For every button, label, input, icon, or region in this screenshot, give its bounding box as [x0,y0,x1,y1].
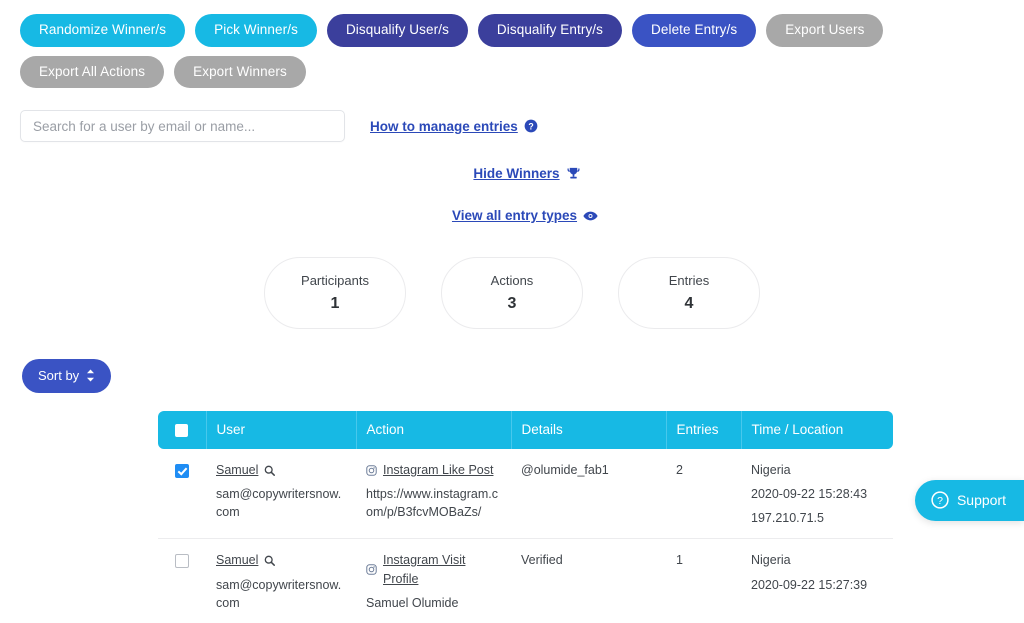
view-all-entry-types-link[interactable]: View all entry types [452,208,598,223]
support-chat-button[interactable]: ? Support [914,480,1024,521]
time-location-country: Nigeria [751,463,791,477]
action-detail-url: https://www.instagram.com/p/B3fcvMOBaZs/ [366,487,498,520]
svg-text:?: ? [528,122,533,132]
stat-card-participants: Participants 1 [264,257,406,329]
action-detail-name: Samuel Olumide [366,595,459,610]
view-all-entry-types-label: View all entry types [451,208,578,223]
svg-text:?: ? [937,495,943,507]
table-header-row: User Action Details Entries Time / Locat… [158,411,893,449]
magnifier-icon[interactable] [264,555,276,566]
row-checkbox[interactable] [175,554,189,569]
stat-value-entries: 4 [684,295,694,312]
row-time-location-cell: Nigeria 2020-09-22 15:27:39 [741,539,893,623]
time-location-timestamp: 2020-09-22 15:27:39 [751,577,868,592]
export-users-button[interactable]: Export Users [766,14,884,47]
column-header-time-location[interactable]: Time / Location [741,411,893,449]
hide-winners-label: Hide Winners [473,166,560,181]
row-action-cell: Instagram Like Post https://www.instagra… [356,449,511,540]
question-circle-icon: ? [931,491,949,509]
row-entries-cell: 2 [666,449,741,540]
sort-by-button[interactable]: Sort by [22,359,112,393]
action-name-link[interactable]: Instagram Visit Profile [383,551,501,587]
row-select-cell [158,539,206,623]
action-button-bar: Randomize Winner/s Pick Winner/s Disqual… [0,0,960,88]
search-row: How to manage entries ? [20,110,1024,142]
sort-row: Sort by [22,359,1024,393]
how-to-manage-entries-link[interactable]: How to manage entries ? [370,119,538,134]
sort-by-label: Sort by [38,368,80,383]
row-user-cell: Samuel sam@copywritersnow.com [206,449,356,540]
support-label: Support [956,492,1006,508]
search-input[interactable] [20,110,345,142]
view-entry-types-row: View all entry types [0,208,1024,223]
stats-row: Participants 1 Actions 3 Entries 4 [0,257,1024,329]
stat-label-entries: Entries [668,273,710,288]
table-row: Samuel sam@copywritersnow.com Instagram … [158,449,893,540]
stat-label-participants: Participants [301,273,369,288]
time-location-country: Nigeria [751,553,791,568]
up-down-arrows-icon [86,369,95,382]
row-details-cell: Verified [521,553,563,568]
eye-icon [583,210,598,222]
column-header-user[interactable]: User [206,411,357,449]
table-row: Samuel sam@copywritersnow.com Instagram … [158,539,893,623]
trophy-icon [566,166,581,181]
stat-value-participants: 1 [330,295,340,312]
time-location-ip: 197.210.71.5 [751,511,824,526]
pick-winners-button[interactable]: Pick Winner/s [195,14,317,47]
hide-winners-row: Hide Winners [0,166,1024,181]
row-time-location-cell: Nigeria 2020-09-22 15:28:43 197.210.71.5 [741,449,893,540]
delete-entries-button[interactable]: Delete Entry/s [632,14,757,47]
how-to-manage-entries-label: How to manage entries [370,118,518,134]
column-header-action[interactable]: Action [356,411,512,449]
randomize-winners-button[interactable]: Randomize Winner/s [20,14,186,47]
disqualify-users-button[interactable]: Disqualify User/s [326,14,468,47]
export-all-actions-button[interactable]: Export All Actions [20,55,165,88]
instagram-icon [366,564,377,575]
stat-label-actions: Actions [490,273,534,288]
user-name-link[interactable]: Samuel [216,551,258,569]
user-email: sam@copywritersnow.com [216,487,342,520]
entries-table: User Action Details Entries Time / Locat… [158,411,893,623]
user-email: sam@copywritersnow.com [216,577,342,610]
stat-value-actions: 3 [507,295,517,312]
row-details-cell: @olumide_fab1 [511,449,666,540]
question-circle-icon: ? [524,119,538,133]
row-select-cell [158,449,206,540]
select-all-checkbox[interactable] [175,423,189,437]
export-winners-button[interactable]: Export Winners [174,55,306,88]
row-entries-cell: 1 [676,553,683,568]
stat-card-actions: Actions 3 [441,257,583,329]
instagram-icon [366,464,377,476]
column-header-details[interactable]: Details [511,411,667,449]
time-location-timestamp: 2020-09-22 15:28:43 [751,487,868,502]
disqualify-entries-button[interactable]: Disqualify Entry/s [477,14,623,47]
action-name-link[interactable]: Instagram Like Post [383,461,493,479]
entries-table-container: User Action Details Entries Time / Locat… [158,411,893,623]
select-all-header-cell [158,411,207,449]
row-checkbox[interactable] [175,463,189,478]
column-header-entries[interactable]: Entries [666,411,742,449]
user-name-link[interactable]: Samuel [216,461,258,479]
magnifier-icon[interactable] [264,465,276,476]
row-action-cell: Instagram Visit Profile Samuel Olumide [356,539,511,623]
hide-winners-link[interactable]: Hide Winners [473,166,580,181]
stat-card-entries: Entries 4 [618,257,760,329]
row-user-cell: Samuel sam@copywritersnow.com [206,539,356,623]
